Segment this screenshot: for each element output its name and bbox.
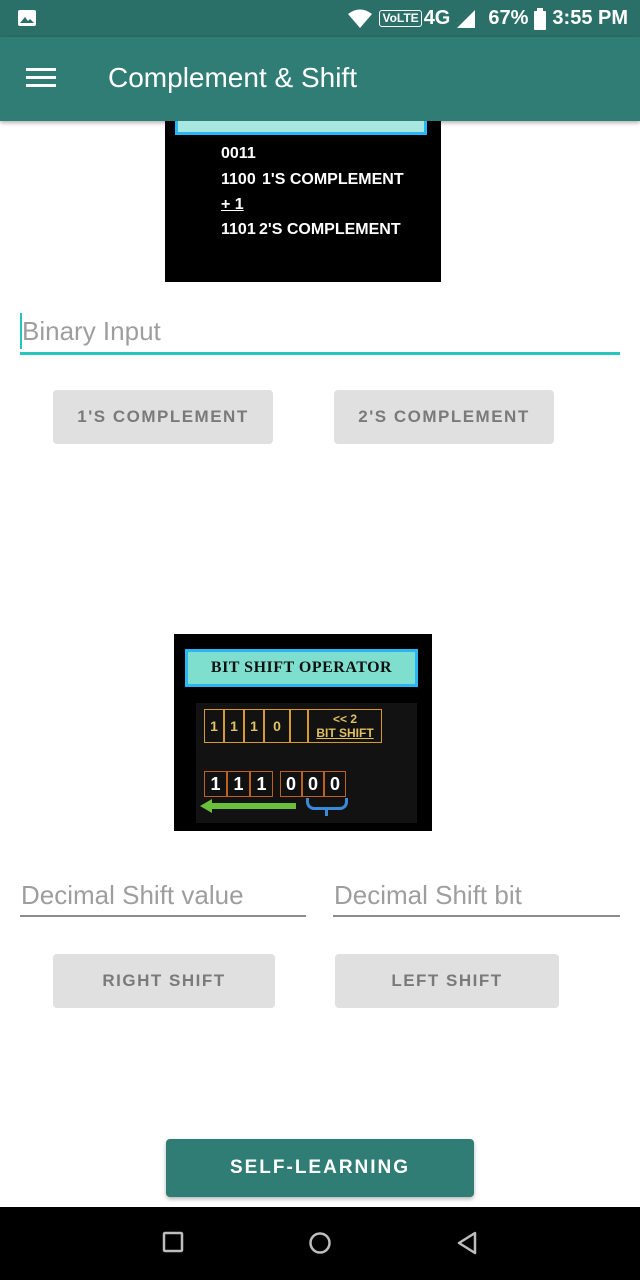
- comp-line-plus-one: + 1: [221, 196, 244, 213]
- result-bit-cell: 1: [250, 771, 273, 797]
- bit-shift-illustration: BIT SHIFT OPERATOR 1 1 1 0 << 2 BIT SHIF…: [174, 634, 432, 831]
- top-bit-spacer: [290, 709, 308, 743]
- app-bar: Complement & Shift: [0, 37, 640, 121]
- clock: 3:55 PM: [552, 7, 628, 29]
- home-icon[interactable]: [308, 1231, 332, 1255]
- result-bit-cell: 0: [324, 771, 346, 797]
- comp-line-ones: 1100: [221, 171, 256, 188]
- wifi-icon: [348, 9, 373, 28]
- top-bit-cell: 1: [204, 709, 224, 743]
- decimal-shift-bit-input[interactable]: Decimal Shift bit: [334, 880, 522, 911]
- menu-icon[interactable]: [26, 67, 56, 89]
- right-shift-button[interactable]: RIGHT SHIFT: [53, 954, 275, 1008]
- top-bit-cell: 0: [264, 709, 290, 743]
- ones-complement-button[interactable]: 1'S COMPLEMENT: [53, 390, 273, 444]
- status-right: VoLTE 4G 67% 3:55 PM: [347, 0, 628, 37]
- illustration-header-band: [175, 121, 427, 135]
- shift-label-cell: << 2 BIT SHIFT: [308, 709, 382, 743]
- volte-badge: VoLTE: [379, 10, 422, 27]
- self-learning-button[interactable]: SELF-LEARNING: [166, 1139, 474, 1197]
- comp-line-original: 0011: [221, 145, 256, 162]
- left-arrow-icon: [210, 803, 296, 809]
- status-bar: VoLTE 4G 67% 3:55 PM: [0, 0, 640, 37]
- decimal-shift-value-input[interactable]: Decimal Shift value: [21, 880, 244, 911]
- system-navigation-bar: [0, 1207, 640, 1280]
- decimal-shift-bit-underline: [333, 915, 620, 917]
- binary-input[interactable]: Binary Input: [22, 316, 161, 347]
- twos-complement-button[interactable]: 2'S COMPLEMENT: [334, 390, 554, 444]
- left-shift-button[interactable]: LEFT SHIFT: [335, 954, 559, 1008]
- battery-icon: [534, 7, 547, 30]
- signal-icon: [457, 9, 476, 28]
- back-icon[interactable]: [456, 1231, 478, 1255]
- comp-line-twos: 1101: [221, 221, 256, 238]
- bit-shift-title: BIT SHIFT OPERATOR: [185, 649, 418, 687]
- bit-shift-panel: 1 1 1 0 << 2 BIT SHIFT 1 1 1 0 0 0: [196, 703, 417, 823]
- battery-percent: 67%: [488, 7, 529, 29]
- comp-label-twos: 2'S COMPLEMENT: [259, 221, 401, 238]
- page-title: Complement & Shift: [108, 62, 357, 93]
- result-bit-cell: 0: [302, 771, 324, 797]
- recents-icon[interactable]: [162, 1231, 184, 1253]
- top-bit-cell: 1: [244, 709, 264, 743]
- result-bit-cell: 0: [280, 771, 302, 797]
- top-bit-cell: 1: [224, 709, 244, 743]
- complement-illustration: 0011 1100 1'S COMPLEMENT + 1 1101 2'S CO…: [165, 121, 441, 282]
- decimal-shift-value-underline: [20, 915, 306, 917]
- brace-tip: [325, 808, 328, 816]
- binary-input-underline: [20, 352, 620, 355]
- network-type: 4G: [423, 7, 451, 29]
- shift-type-label: BIT SHIFT: [316, 726, 374, 740]
- image-notification-icon: [18, 10, 36, 26]
- comp-label-ones: 1'S COMPLEMENT: [262, 171, 404, 188]
- shift-amount-label: << 2: [332, 712, 358, 726]
- result-bit-cell: 1: [227, 771, 250, 797]
- result-bit-cell: 1: [204, 771, 227, 797]
